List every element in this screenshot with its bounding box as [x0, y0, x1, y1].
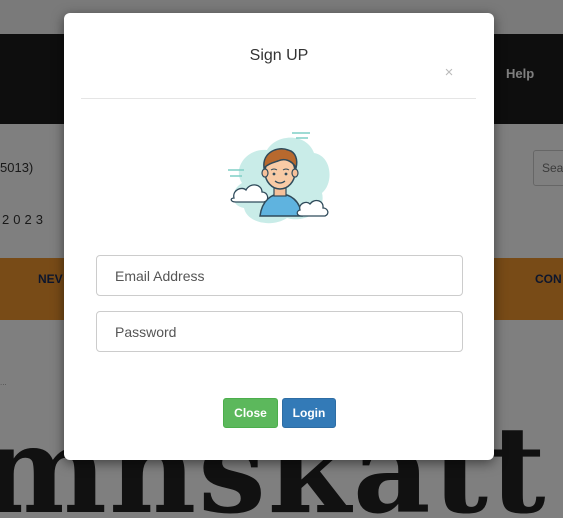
close-icon[interactable]: ×	[442, 65, 456, 81]
user-avatar-icon	[228, 132, 330, 224]
page: Help 5013) 2023 Sea NEV CON ... mnskatt …	[0, 0, 563, 518]
close-button[interactable]: Close	[223, 398, 278, 428]
login-button[interactable]: Login	[282, 398, 336, 428]
signup-modal: Sign UP × Email Address Close Login	[64, 13, 494, 460]
modal-header-divider	[81, 98, 476, 99]
password-field[interactable]	[96, 311, 463, 352]
email-field[interactable]	[96, 255, 463, 296]
modal-title: Sign UP	[249, 47, 309, 64]
